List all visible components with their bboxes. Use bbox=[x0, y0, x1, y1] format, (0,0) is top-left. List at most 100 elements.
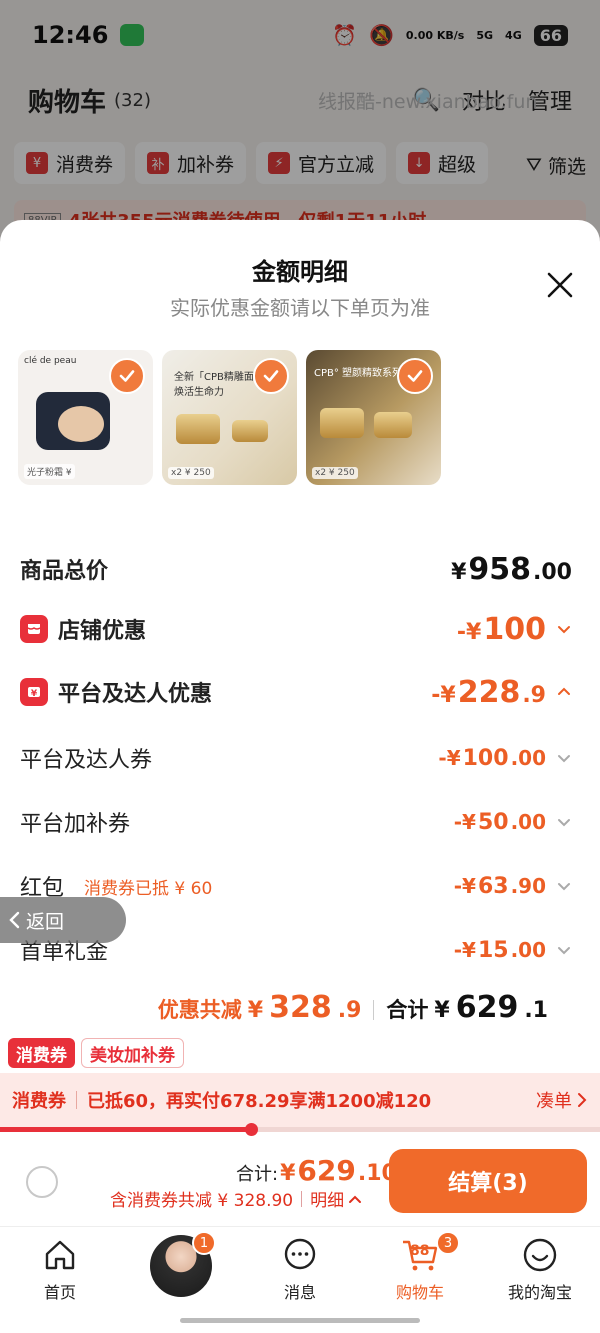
coupon-bar-text: 已抵60，再实付678.29享满1200减120 bbox=[87, 1091, 432, 1112]
checkout-total-int: 629 bbox=[297, 1154, 356, 1187]
row-platform-coupon[interactable]: 平台及达人券 -¥ 100 .00 bbox=[0, 738, 600, 778]
cart-badge: 3 bbox=[436, 1231, 460, 1255]
hongbao-value: -¥ 63 .90 bbox=[454, 874, 572, 899]
cream-jar-image bbox=[176, 414, 220, 444]
sheet-title: 金额明细 bbox=[252, 258, 348, 286]
home-indicator bbox=[180, 1318, 420, 1323]
smiley-icon bbox=[520, 1235, 560, 1275]
chevron-down-icon bbox=[558, 947, 570, 955]
discount-total-int: 328 bbox=[269, 990, 332, 1025]
row-label-wrap: ¥ 平台及达人优惠 bbox=[20, 676, 212, 708]
amount-dec: .9 bbox=[522, 682, 546, 708]
tab-label: 首页 bbox=[43, 1283, 76, 1302]
row-goods-total: 商品总价 ¥ 958 .00 bbox=[0, 549, 600, 589]
cream-jar-image bbox=[320, 408, 364, 438]
chevron-down-icon bbox=[558, 755, 570, 763]
minus-currency: -¥ bbox=[456, 619, 482, 645]
total-label: 合计 bbox=[386, 998, 429, 1022]
product-thumbnail[interactable]: clé de peau 光子粉霜 ¥ bbox=[18, 350, 153, 485]
store-discount-value: -¥ 100 bbox=[457, 612, 572, 647]
amount-dec: .00 bbox=[510, 937, 546, 962]
checkout-button[interactable]: 结算(3) bbox=[389, 1149, 587, 1213]
coupon-progress-fill bbox=[0, 1123, 258, 1136]
platform-discount-value: -¥ 228 .9 bbox=[431, 675, 572, 710]
divider bbox=[373, 1000, 375, 1020]
amount-int: 228 bbox=[457, 674, 521, 710]
amount-int: 15 bbox=[477, 937, 509, 963]
tab-messages[interactable]: 消息 bbox=[240, 1233, 360, 1303]
svg-text:¥: ¥ bbox=[31, 689, 38, 699]
add-items-link[interactable]: 凑单 bbox=[536, 1087, 588, 1113]
currency-symbol: ¥ bbox=[451, 559, 467, 585]
minus-currency: -¥ bbox=[453, 937, 476, 962]
chevron-up-icon bbox=[558, 687, 570, 695]
tab-consumption-coupon[interactable]: 消费券 bbox=[8, 1038, 75, 1068]
product-brand: CPB° 塑颜精致系列 bbox=[314, 368, 403, 379]
product-caption: x2 ¥ 250 bbox=[168, 467, 214, 479]
close-icon bbox=[547, 272, 573, 298]
checkout-discount-text: 含消费券共减 ¥ 328.90 bbox=[110, 1191, 294, 1211]
platform-bonus-value: -¥ 50 .00 bbox=[454, 810, 572, 835]
product-caption: x2 ¥ 250 bbox=[312, 467, 358, 479]
progress-dot bbox=[245, 1123, 258, 1136]
currency-symbol: ¥ bbox=[434, 998, 450, 1023]
minus-currency: -¥ bbox=[431, 682, 456, 708]
cart-tab-count: 88 bbox=[410, 1243, 430, 1259]
currency-symbol: ¥ bbox=[247, 998, 264, 1023]
selected-check-icon[interactable] bbox=[397, 358, 433, 394]
selected-check-icon[interactable] bbox=[253, 358, 289, 394]
back-label: 返回 bbox=[26, 910, 65, 933]
tab-beauty-bonus-coupon[interactable]: 美妆加补券 bbox=[81, 1038, 184, 1068]
product-brand: clé de peau bbox=[24, 356, 77, 366]
amount-int: 63 bbox=[477, 873, 509, 899]
platform-coupon-value: -¥ 100 .00 bbox=[438, 746, 572, 771]
amount-int: 958 bbox=[468, 551, 532, 587]
chat-bubble-icon bbox=[280, 1235, 320, 1275]
coupon-progress-bar: 消费券 已抵60，再实付678.29享满1200减120 凑单 bbox=[0, 1073, 600, 1127]
cart-icon: 88 bbox=[400, 1235, 440, 1275]
discount-summary: 优惠共减 ¥ 328 .9 合计 ¥ 629 .1 bbox=[0, 990, 600, 1030]
checkout-detail[interactable]: 含消费券共减 ¥ 328.90 明细 bbox=[110, 1186, 362, 1211]
chevron-left-icon bbox=[9, 911, 20, 929]
home-icon bbox=[40, 1235, 80, 1275]
row-label: 平台及达人优惠 bbox=[58, 682, 213, 707]
add-items-label: 凑单 bbox=[536, 1091, 572, 1112]
row-platform-bonus[interactable]: 平台加补券 -¥ 50 .00 bbox=[0, 802, 600, 842]
divider bbox=[76, 1091, 77, 1109]
tab-cart[interactable]: 88 购物车 bbox=[360, 1233, 480, 1303]
row-label: 平台加补券 bbox=[20, 812, 131, 837]
minus-currency: -¥ bbox=[438, 745, 461, 770]
divider bbox=[301, 1190, 303, 1207]
back-button[interactable]: 返回 bbox=[0, 897, 126, 943]
selected-check-icon[interactable] bbox=[109, 358, 145, 394]
cushion-puff-image bbox=[58, 406, 104, 442]
select-all-radio[interactable] bbox=[26, 1166, 58, 1198]
checkout-total-label: 合计: bbox=[236, 1164, 279, 1185]
sheet-subtitle: 实际优惠金额请以下单页为准 bbox=[170, 296, 430, 320]
row-platform-discount[interactable]: ¥ 平台及达人优惠 -¥ 228 .9 bbox=[0, 672, 600, 712]
overlay-dim[interactable] bbox=[0, 0, 600, 240]
detail-link: 明细 bbox=[310, 1191, 345, 1211]
product-thumbnail[interactable]: CPB° 塑颜精致系列 x2 ¥ 250 bbox=[306, 350, 441, 485]
row-label: 商品总价 bbox=[20, 559, 109, 584]
close-button[interactable] bbox=[540, 265, 580, 305]
chevron-down-icon bbox=[558, 626, 570, 634]
tab-my-taobao[interactable]: 我的淘宝 bbox=[480, 1233, 600, 1303]
minus-currency: -¥ bbox=[453, 873, 476, 898]
tab-label: 我的淘宝 bbox=[507, 1283, 572, 1302]
checkout-total: 合计: ¥ 629 .10 bbox=[236, 1154, 397, 1187]
amount-int: 50 bbox=[477, 809, 509, 835]
amount-int: 100 bbox=[483, 611, 546, 647]
coupon-bar-title: 消费券 bbox=[12, 1091, 66, 1112]
total-dec: .1 bbox=[524, 998, 548, 1023]
chevron-up-icon bbox=[349, 1195, 362, 1203]
product-thumbnail[interactable]: 全新「CPB精雕面霜」焕活生命力 x2 ¥ 250 bbox=[162, 350, 297, 485]
tab-home[interactable]: 首页 bbox=[0, 1233, 120, 1303]
row-store-discount[interactable]: 店铺优惠 -¥ 100 bbox=[0, 609, 600, 649]
avatar-badge: 1 bbox=[192, 1231, 216, 1255]
first-order-value: -¥ 15 .00 bbox=[454, 938, 572, 963]
chevron-down-icon bbox=[558, 819, 570, 827]
amount-dec: .90 bbox=[510, 873, 546, 898]
product-caption: 光子粉霜 ¥ bbox=[24, 464, 75, 479]
tab-label: 消息 bbox=[283, 1283, 316, 1302]
